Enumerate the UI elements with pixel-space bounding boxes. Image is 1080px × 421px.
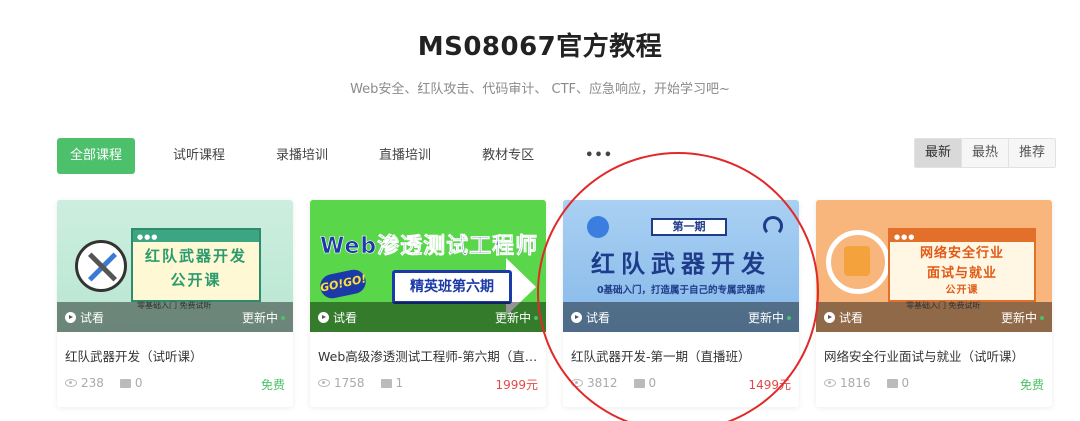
- headset-icon: [763, 216, 783, 236]
- thumb-overlay: 试看 更新中: [310, 302, 546, 332]
- course-card[interactable]: ●●● 红队武器开发 公开课 零基础入门 免费试听 试看 更新中 红队武器开发（…: [57, 200, 293, 407]
- play-icon: [65, 311, 76, 323]
- search-icon: [587, 216, 609, 238]
- eye-icon: [318, 379, 330, 387]
- status-dot-icon: [281, 316, 285, 320]
- figure-icon: [844, 246, 870, 276]
- preview-button[interactable]: 试看: [65, 309, 104, 326]
- eye-icon: [824, 379, 836, 387]
- sort-newest[interactable]: 最新: [915, 139, 962, 167]
- thumb-line1: 红队武器开发: [591, 250, 771, 278]
- course-stats: 1816 0: [824, 376, 909, 390]
- update-status: 更新中: [495, 309, 538, 326]
- course-title[interactable]: 红队武器开发（试听课）: [65, 346, 285, 365]
- tools-icon: [75, 240, 127, 292]
- course-stats: 1758 1: [318, 376, 403, 390]
- update-status: 更新中: [242, 309, 285, 326]
- course-stats: 3812 0: [571, 376, 656, 390]
- comment-count: 1: [395, 376, 404, 390]
- comment-count: 0: [901, 376, 910, 390]
- tab-all-courses[interactable]: 全部课程: [57, 138, 136, 174]
- course-card[interactable]: 第一期 红队武器开发 0基础入门，打造属于自己的专属武器库 试看 更新中 红队武…: [563, 200, 799, 407]
- update-status: 更新中: [748, 309, 791, 326]
- course-thumbnail[interactable]: Web渗透测试工程师 GO!GO! 精英班第六期 试看 更新中: [310, 200, 546, 332]
- course-thumbnail[interactable]: ●●● 红队武器开发 公开课 零基础入门 免费试听 试看 更新中: [57, 200, 293, 332]
- view-count: 1758: [334, 376, 365, 390]
- preview-button[interactable]: 试看: [318, 309, 357, 326]
- view-count: 238: [81, 376, 104, 390]
- update-status: 更新中: [1001, 309, 1044, 326]
- tab-textbooks[interactable]: 教材专区: [469, 138, 547, 174]
- course-card[interactable]: ●●● 网络安全行业 面试与就业 公开课 零基础入门 免费试听 试看 更新中 网…: [816, 200, 1052, 407]
- thumb-window: ●●● 网络安全行业 面试与就业 公开课: [888, 228, 1036, 302]
- thumb-tag: 第一期: [651, 218, 727, 236]
- course-card[interactable]: Web渗透测试工程师 GO!GO! 精英班第六期 试看 更新中 Web高级渗透测…: [310, 200, 546, 407]
- thumb-line2: 面试与就业: [926, 266, 997, 281]
- status-dot-icon: [1040, 316, 1044, 320]
- thumb-badge: GO!GO!: [318, 267, 368, 301]
- preview-button[interactable]: 试看: [824, 309, 863, 326]
- thumb-window: ●●● 红队武器开发 公开课: [131, 228, 261, 302]
- course-thumbnail[interactable]: ●●● 网络安全行业 面试与就业 公开课 零基础入门 免费试听 试看 更新中: [816, 200, 1052, 332]
- thumb-line1: 网络安全行业: [919, 246, 1004, 261]
- comment-icon: [633, 378, 645, 388]
- thumb-overlay: 试看 更新中: [563, 302, 799, 332]
- page-subtitle: Web安全、红队攻击、代码审计、 CTF、应急响应，开始学习吧~: [350, 82, 730, 97]
- course-title[interactable]: 红队武器开发-第一期（直播班）: [571, 346, 791, 365]
- play-icon: [571, 311, 582, 323]
- comment-count: 0: [648, 376, 657, 390]
- course-price: 免费: [260, 378, 285, 392]
- tab-more[interactable]: •••: [572, 138, 626, 174]
- course-price: 1999元: [495, 378, 538, 392]
- tab-recorded-training[interactable]: 录播培训: [263, 138, 341, 174]
- thumb-overlay: 试看 更新中: [816, 302, 1052, 332]
- play-icon: [318, 311, 329, 323]
- comment-count: 0: [134, 376, 143, 390]
- thumb-overlay: 试看 更新中: [57, 302, 293, 332]
- view-count: 1816: [840, 376, 871, 390]
- sort-toggle: 最新 最热 推荐: [914, 138, 1057, 168]
- thumb-line2: 0基础入门，打造属于自己的专属武器库: [596, 285, 766, 296]
- page-title: MS08067官方教程: [417, 32, 663, 62]
- thumb-banner: 精英班第六期: [392, 270, 512, 304]
- tab-live-training[interactable]: 直播培训: [366, 138, 444, 174]
- course-title[interactable]: Web高级渗透测试工程师-第六期（直…: [318, 346, 538, 365]
- eye-icon: [571, 379, 583, 387]
- thumb-line1: 红队武器开发: [144, 247, 247, 265]
- thumb-line2: 精英班第六期: [410, 279, 494, 295]
- status-dot-icon: [534, 316, 538, 320]
- play-icon: [824, 311, 835, 323]
- course-title[interactable]: 网络安全行业面试与就业（试听课）: [824, 346, 1044, 365]
- comment-icon: [380, 378, 392, 388]
- sort-recommended[interactable]: 推荐: [1008, 139, 1056, 167]
- sort-hottest[interactable]: 最热: [961, 139, 1009, 167]
- course-stats: 238 0: [65, 376, 143, 390]
- course-price: 1499元: [748, 378, 791, 392]
- status-dot-icon: [787, 316, 791, 320]
- thumb-line3: 公开课: [945, 285, 979, 296]
- page: MS08067官方教程 Web安全、红队攻击、代码审计、 CTF、应急响应，开始…: [0, 0, 1080, 421]
- thumb-line1: Web渗透测试工程师: [320, 234, 539, 260]
- comment-icon: [119, 378, 131, 388]
- tab-trial-courses[interactable]: 试听课程: [160, 138, 238, 174]
- thumb-line2: 公开课: [170, 271, 222, 289]
- course-thumbnail[interactable]: 第一期 红队武器开发 0基础入门，打造属于自己的专属武器库 试看 更新中: [563, 200, 799, 332]
- eye-icon: [65, 379, 77, 387]
- preview-button[interactable]: 试看: [571, 309, 610, 326]
- course-price: 免费: [1019, 378, 1044, 392]
- comment-icon: [886, 378, 898, 388]
- view-count: 3812: [587, 376, 618, 390]
- category-tabs: 全部课程 试听课程 录播培训 直播培训 教材专区 •••: [57, 138, 651, 174]
